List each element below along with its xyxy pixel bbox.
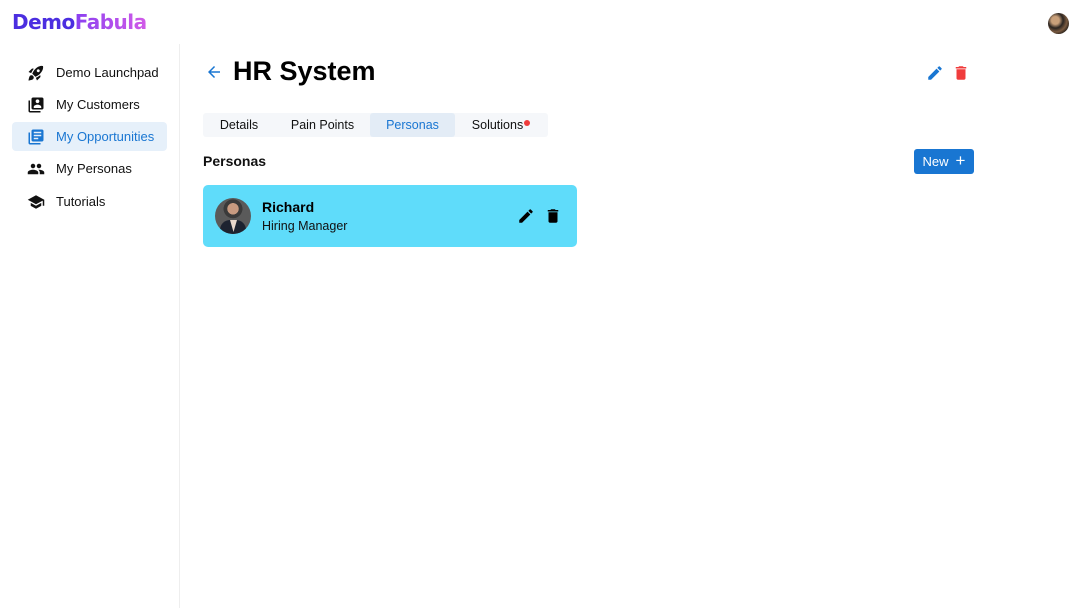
tab-label: Solutions xyxy=(471,118,524,132)
tab-label: Details xyxy=(219,118,259,132)
sidebar-item-label: Tutorials xyxy=(56,194,106,209)
sidebar: Demo Launchpad My Customers My Opportuni… xyxy=(0,44,180,608)
section-title: Personas xyxy=(203,153,267,169)
persona-card[interactable]: Richard Hiring Manager xyxy=(203,185,577,247)
sidebar-item-my-opportunities[interactable]: My Opportunities xyxy=(12,122,167,151)
new-persona-button[interactable]: New + xyxy=(914,149,974,174)
tab-personas[interactable]: Personas xyxy=(370,113,455,137)
user-avatar[interactable] xyxy=(1048,13,1069,34)
sidebar-item-label: Demo Launchpad xyxy=(56,65,159,80)
logo-demo: Demo xyxy=(12,10,75,34)
notification-dot xyxy=(524,120,530,126)
sidebar-item-demo-launchpad[interactable]: Demo Launchpad xyxy=(12,58,167,87)
pencil-icon[interactable] xyxy=(517,207,535,225)
app-logo[interactable]: DemoFabula xyxy=(12,10,147,34)
pencil-icon[interactable] xyxy=(926,64,944,82)
tab-bar: Details Pain Points Personas Solutions xyxy=(203,113,548,137)
tab-label: Pain Points xyxy=(290,118,355,132)
tab-pain-points[interactable]: Pain Points xyxy=(275,113,370,137)
people-icon xyxy=(26,159,46,179)
sidebar-item-my-customers[interactable]: My Customers xyxy=(12,90,167,119)
plus-icon: + xyxy=(955,151,966,170)
rocket-icon xyxy=(26,63,46,83)
sidebar-item-label: My Customers xyxy=(56,97,140,112)
sidebar-item-tutorials[interactable]: Tutorials xyxy=(12,187,167,216)
tab-details[interactable]: Details xyxy=(203,113,275,137)
school-icon xyxy=(26,192,46,212)
persona-avatar xyxy=(215,198,251,234)
persona-role: Hiring Manager xyxy=(262,219,348,233)
sidebar-item-label: My Opportunities xyxy=(56,129,155,144)
library-books-icon xyxy=(26,127,46,147)
sidebar-item-my-personas[interactable]: My Personas xyxy=(12,154,167,183)
arrow-left-icon[interactable] xyxy=(205,63,223,81)
trash-icon[interactable] xyxy=(952,64,970,82)
tab-solutions[interactable]: Solutions xyxy=(455,113,548,137)
trash-icon[interactable] xyxy=(544,207,562,225)
page-title: HR System xyxy=(233,56,376,86)
sidebar-item-label: My Personas xyxy=(56,161,132,176)
contacts-book-icon xyxy=(26,95,46,115)
logo-fabula: Fabula xyxy=(74,10,147,34)
persona-name: Richard xyxy=(262,199,315,215)
new-button-label: New xyxy=(922,154,949,169)
tab-label: Personas xyxy=(386,118,439,132)
